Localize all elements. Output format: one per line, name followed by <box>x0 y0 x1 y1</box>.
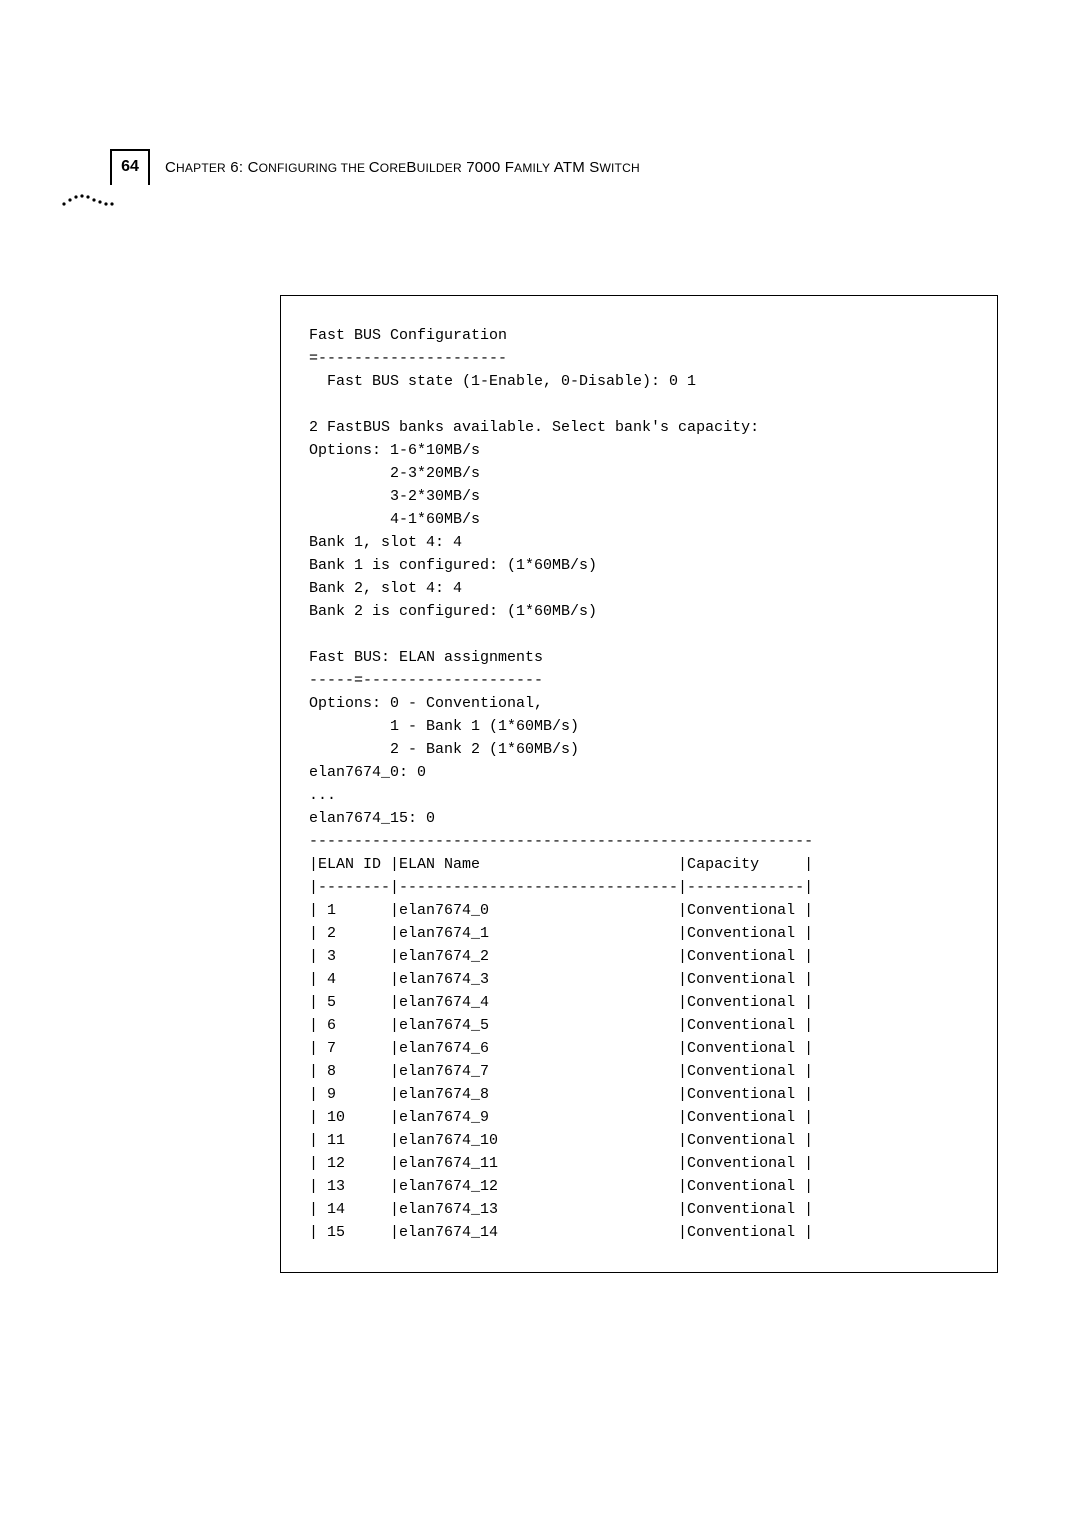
line: Options: 0 - Conventional, <box>309 695 543 712</box>
table-header-row: |ELAN ID |ELAN Name |Capacity | <box>309 856 813 873</box>
table-row: | 5 |elan7674_4 |Conventional | <box>309 994 813 1011</box>
t: ONFIGURING THE <box>259 161 369 175</box>
t: HAPTER <box>176 161 226 175</box>
t: C <box>369 159 380 176</box>
table-row: | 4 |elan7674_3 |Conventional | <box>309 971 813 988</box>
line: Fast BUS state (1-Enable, 0-Disable): 0 … <box>309 373 696 390</box>
line: 3-2*30MB/s <box>309 488 480 505</box>
line: Options: 1-6*10MB/s <box>309 442 480 459</box>
table-row: | 3 |elan7674_2 |Conventional | <box>309 948 813 965</box>
t: WITCH <box>600 161 640 175</box>
t: UILDER <box>417 161 462 175</box>
t: ORE <box>380 161 407 175</box>
table-row: | 2 |elan7674_1 |Conventional | <box>309 925 813 942</box>
line: 2 - Bank 2 (1*60MB/s) <box>309 741 579 758</box>
table-row: | 7 |elan7674_6 |Conventional | <box>309 1040 813 1057</box>
line: Bank 2, slot 4: 4 <box>309 580 462 597</box>
table-row: | 6 |elan7674_5 |Conventional | <box>309 1017 813 1034</box>
line: elan7674_15: 0 <box>309 810 435 827</box>
chapter-title: CHAPTER 6: CONFIGURING THE COREBUILDER 7… <box>165 159 640 176</box>
line: ... <box>309 787 336 804</box>
table-row: | 8 |elan7674_7 |Conventional | <box>309 1063 813 1080</box>
line: elan7674_0: 0 <box>309 764 426 781</box>
t: C <box>165 159 176 176</box>
line: 2 FastBUS banks available. Select bank's… <box>309 419 759 436</box>
table-row: | 14 |elan7674_13 |Conventional | <box>309 1201 813 1218</box>
t: B <box>406 159 416 176</box>
line: Fast BUS: ELAN assignments <box>309 649 543 666</box>
t: 7000 F <box>462 159 514 176</box>
line: ----------------------------------------… <box>309 833 813 850</box>
line: =--------------------- <box>309 350 507 367</box>
page-number: 64 <box>121 158 139 175</box>
line: |--------|------------------------------… <box>309 879 813 896</box>
t: AMILY <box>514 161 550 175</box>
table-row: | 10 |elan7674_9 |Conventional | <box>309 1109 813 1126</box>
line: -----=-------------------- <box>309 672 543 689</box>
t: ATM S <box>550 159 599 176</box>
page-header: 64 CHAPTER 6: CONFIGURING THE COREBUILDE… <box>40 155 1020 191</box>
line: 1 - Bank 1 (1*60MB/s) <box>309 718 579 735</box>
t: 6: C <box>226 159 259 176</box>
line: Bank 1 is configured: (1*60MB/s) <box>309 557 597 574</box>
table-row: | 1 |elan7674_0 |Conventional | <box>309 902 813 919</box>
line: Bank 2 is configured: (1*60MB/s) <box>309 603 597 620</box>
line: Fast BUS Configuration <box>309 327 507 344</box>
page-number-box: 64 <box>110 149 150 185</box>
table-row: | 15 |elan7674_14 |Conventional | <box>309 1224 813 1241</box>
table-row: | 13 |elan7674_12 |Conventional | <box>309 1178 813 1195</box>
line: 4-1*60MB/s <box>309 511 480 528</box>
terminal-output-box: Fast BUS Configuration =----------------… <box>280 295 998 1273</box>
line: 2-3*20MB/s <box>309 465 480 482</box>
table-row: | 9 |elan7674_8 |Conventional | <box>309 1086 813 1103</box>
line: Bank 1, slot 4: 4 <box>309 534 462 551</box>
table-row: | 12 |elan7674_11 |Conventional | <box>309 1155 813 1172</box>
table-row: | 11 |elan7674_10 |Conventional | <box>309 1132 813 1149</box>
page: 64 CHAPTER 6: CONFIGURING THE COREBUILDE… <box>0 0 1080 1528</box>
dots-decoration-icon <box>60 190 120 210</box>
